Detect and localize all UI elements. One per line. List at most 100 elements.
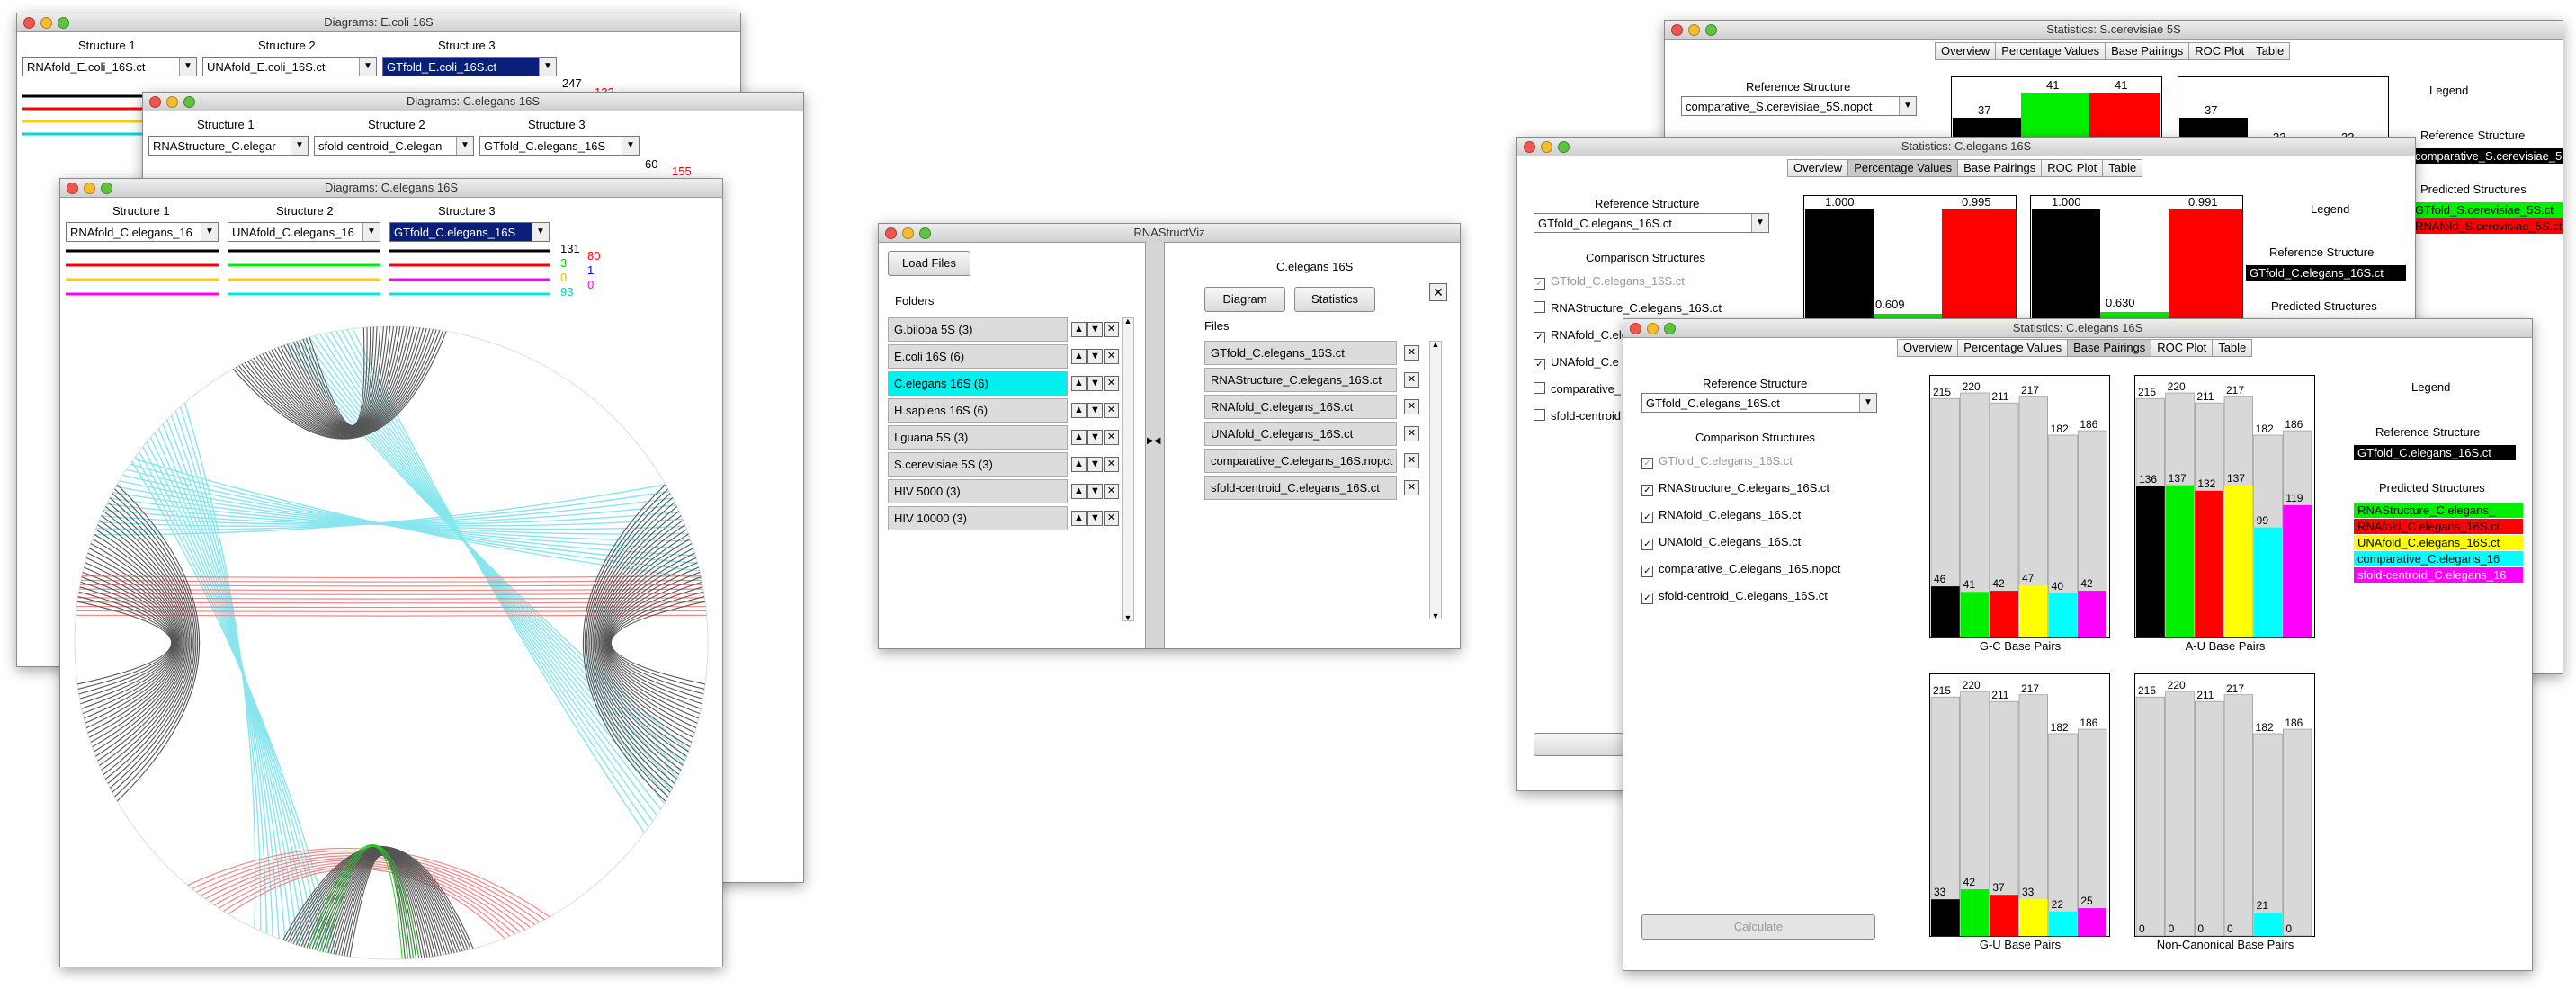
tab-table[interactable]: Table <box>2102 159 2143 177</box>
structure-1-select[interactable]: RNAfold_E.coli_16S.ct ▼ <box>22 57 197 76</box>
folder-item[interactable]: S.cerevisiae 5S (3) <box>888 452 1068 477</box>
tab-roc-plot[interactable]: ROC Plot <box>2188 42 2251 60</box>
close-icon[interactable] <box>23 17 35 29</box>
minimize-icon[interactable] <box>84 183 95 194</box>
close-icon[interactable] <box>149 96 161 108</box>
comparison-checkbox[interactable]: ✓ RNAfold_C.ele <box>1534 328 1628 343</box>
reference-select[interactable]: GTfold_C.elegans_16S.ct ▼ <box>1534 213 1769 233</box>
remove-file-icon[interactable]: ✕ <box>1404 372 1419 388</box>
close-icon[interactable] <box>1524 141 1535 153</box>
zoom-icon[interactable] <box>1558 141 1570 153</box>
minimize-icon[interactable] <box>1688 24 1700 36</box>
comparison-checkbox[interactable]: ✓ RNAStructure_C.elegans_16S.ct <box>1641 481 1829 496</box>
file-item[interactable]: sfold-centroid_C.elegans_16S.ct <box>1204 476 1397 500</box>
file-item[interactable]: RNAfold_C.elegans_16S.ct <box>1204 395 1397 419</box>
file-item[interactable]: UNAfold_C.elegans_16S.ct <box>1204 422 1397 446</box>
tab-percentage-values[interactable]: Percentage Values <box>1995 42 2106 60</box>
zoom-icon[interactable] <box>919 227 931 239</box>
title-bar[interactable]: Statistics: C.elegans 16S <box>1623 319 2532 338</box>
close-icon[interactable] <box>1671 24 1683 36</box>
folder-item[interactable]: E.coli 16S (6) <box>888 344 1068 369</box>
comparison-checkbox[interactable]: comparative_ <box>1534 382 1621 396</box>
remove-icon[interactable]: ✕ <box>1104 484 1119 499</box>
zoom-icon[interactable] <box>1705 24 1717 36</box>
remove-icon[interactable]: ✕ <box>1104 349 1119 364</box>
file-item[interactable]: RNAStructure_C.elegans_16S.ct <box>1204 368 1397 392</box>
tab-base-pairings[interactable]: Base Pairings <box>2067 339 2152 357</box>
tab-percentage-values[interactable]: Percentage Values <box>1957 339 2069 357</box>
structure-2-select[interactable]: UNAfold_C.elegans_16 ▼ <box>228 222 380 242</box>
folder-item[interactable]: HIV 5000 (3) <box>888 479 1068 503</box>
zoom-icon[interactable] <box>101 183 112 194</box>
move-up-icon[interactable]: ▲ <box>1071 484 1087 499</box>
title-bar[interactable]: Diagrams: E.coli 16S <box>17 13 740 32</box>
tab-base-pairings[interactable]: Base Pairings <box>1957 159 2043 177</box>
comparison-checkbox[interactable]: RNAStructure_C.elegans_16S.ct <box>1534 301 1722 315</box>
tab-table[interactable]: Table <box>2250 42 2291 60</box>
move-down-icon[interactable]: ▼ <box>1087 403 1103 418</box>
title-bar[interactable]: Statistics: S.cerevisiae 5S <box>1665 21 2563 40</box>
remove-icon[interactable]: ✕ <box>1104 322 1119 337</box>
structure-3-select[interactable]: GTfold_C.elegans_16S ▼ <box>389 222 550 242</box>
load-files-button[interactable]: Load Files <box>888 251 970 276</box>
structure-2-select[interactable]: UNAfold_E.coli_16S.ct ▼ <box>202 57 377 76</box>
comparison-checkbox[interactable]: ✓ GTfold_C.elegans_16S.ct <box>1534 274 1685 290</box>
minimize-icon[interactable] <box>1647 323 1659 334</box>
tab-base-pairings[interactable]: Base Pairings <box>2105 42 2190 60</box>
move-up-icon[interactable]: ▲ <box>1071 403 1087 418</box>
remove-icon[interactable]: ✕ <box>1104 511 1119 526</box>
tab-overview[interactable]: Overview <box>1787 159 1849 177</box>
remove-file-icon[interactable]: ✕ <box>1404 480 1419 495</box>
close-folder-icon[interactable]: ✕ <box>1429 283 1447 301</box>
structure-1-select[interactable]: RNAStructure_C.elegar ▼ <box>148 136 309 156</box>
move-up-icon[interactable]: ▲ <box>1071 322 1087 337</box>
structure-2-select[interactable]: sfold-centroid_C.elegan ▼ <box>314 136 474 156</box>
reference-select[interactable]: GTfold_C.elegans_16S.ct ▼ <box>1641 393 1877 413</box>
move-down-icon[interactable]: ▼ <box>1087 349 1103 364</box>
comparison-checkbox[interactable]: ✓ UNAfold_C.elegans_16S.ct <box>1641 535 1801 550</box>
file-item[interactable]: GTfold_C.elegans_16S.ct <box>1204 341 1397 365</box>
comparison-checkbox[interactable]: ✓ RNAfold_C.elegans_16S.ct <box>1641 508 1801 523</box>
tab-overview[interactable]: Overview <box>1897 339 1959 357</box>
title-bar[interactable]: RNAStructViz <box>879 224 1460 243</box>
move-down-icon[interactable]: ▼ <box>1087 322 1103 337</box>
tab-table[interactable]: Table <box>2212 339 2253 357</box>
tab-roc-plot[interactable]: ROC Plot <box>2151 339 2214 357</box>
structure-3-select[interactable]: GTfold_C.elegans_16S ▼ <box>479 136 640 156</box>
remove-file-icon[interactable]: ✕ <box>1404 426 1419 441</box>
move-down-icon[interactable]: ▼ <box>1087 511 1103 526</box>
minimize-icon[interactable] <box>902 227 914 239</box>
calculate-button[interactable]: Calculate <box>1641 914 1875 940</box>
zoom-icon[interactable] <box>1664 323 1676 334</box>
move-down-icon[interactable]: ▼ <box>1087 484 1103 499</box>
title-bar[interactable]: Diagrams: C.elegans 16S <box>143 93 803 111</box>
move-up-icon[interactable]: ▲ <box>1071 511 1087 526</box>
folder-item[interactable]: I.guana 5S (3) <box>888 425 1068 450</box>
move-up-icon[interactable]: ▲ <box>1071 457 1087 472</box>
remove-icon[interactable]: ✕ <box>1104 457 1119 472</box>
zoom-icon[interactable] <box>183 96 195 108</box>
remove-file-icon[interactable]: ✕ <box>1404 453 1419 468</box>
move-up-icon[interactable]: ▲ <box>1071 349 1087 364</box>
move-down-icon[interactable]: ▼ <box>1087 457 1103 472</box>
reference-select[interactable]: comparative_S.cerevisiae_5S.nopct ▼ <box>1681 96 1917 116</box>
calculate-button-hidden[interactable] <box>1534 733 1623 756</box>
move-up-icon[interactable]: ▲ <box>1071 430 1087 445</box>
remove-file-icon[interactable]: ✕ <box>1404 345 1419 361</box>
move-down-icon[interactable]: ▼ <box>1087 376 1103 391</box>
close-icon[interactable] <box>67 183 78 194</box>
file-item[interactable]: comparative_C.elegans_16S.nopct <box>1204 449 1397 473</box>
structure-1-select[interactable]: RNAfold_C.elegans_16 ▼ <box>66 222 219 242</box>
move-down-icon[interactable]: ▼ <box>1087 430 1103 445</box>
remove-icon[interactable]: ✕ <box>1104 430 1119 445</box>
tab-roc-plot[interactable]: ROC Plot <box>2041 159 2104 177</box>
structure-3-select[interactable]: GTfold_E.coli_16S.ct ▼ <box>382 57 557 76</box>
remove-icon[interactable]: ✕ <box>1104 376 1119 391</box>
minimize-icon[interactable] <box>1541 141 1552 153</box>
comparison-checkbox[interactable]: ✓ sfold-centroid_C.elegans_16S.ct <box>1641 589 1828 604</box>
files-scrollbar[interactable]: ▲ ▼ <box>1429 340 1442 620</box>
tab-percentage-values[interactable]: Percentage Values <box>1847 159 1959 177</box>
diagram-button[interactable]: Diagram <box>1204 287 1285 312</box>
folder-item[interactable]: G.biloba 5S (3) <box>888 317 1068 342</box>
close-icon[interactable] <box>1630 323 1641 334</box>
